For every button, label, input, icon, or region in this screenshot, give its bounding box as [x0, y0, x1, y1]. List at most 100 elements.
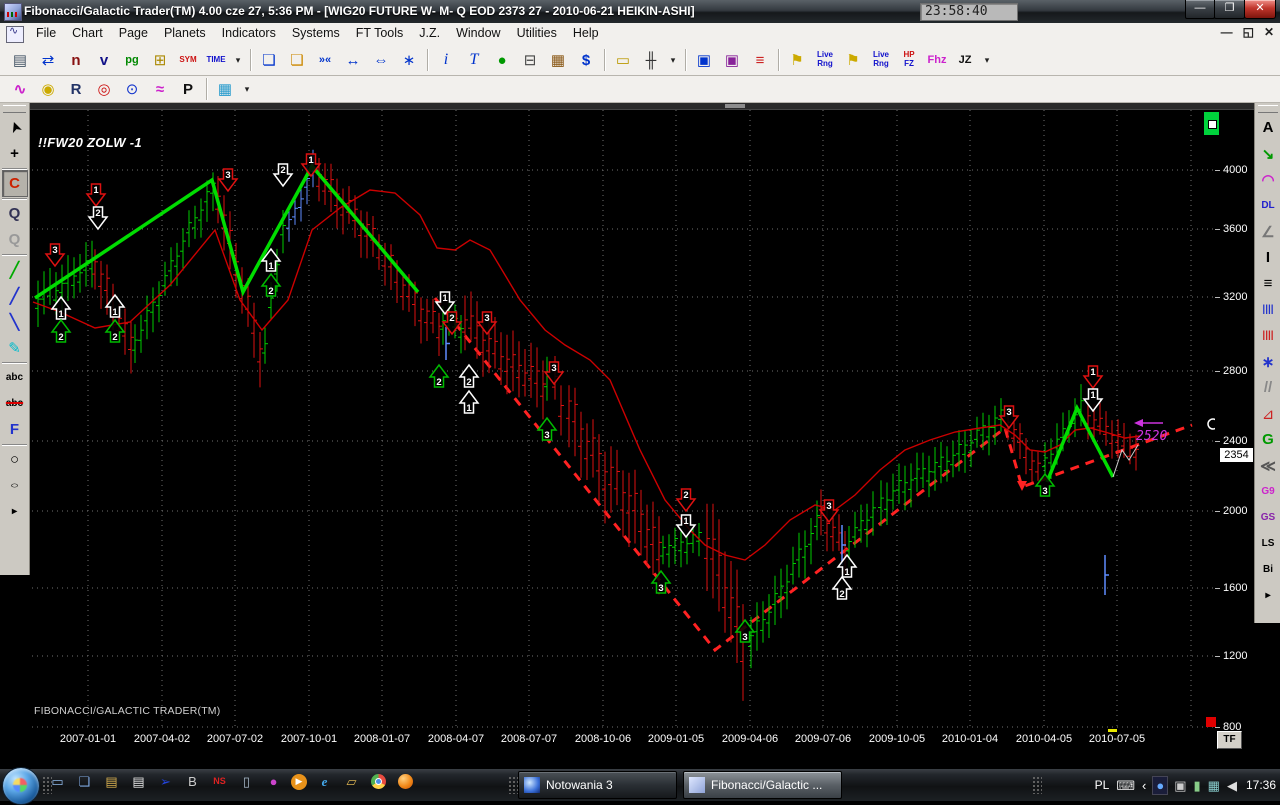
- bars-n-button[interactable]: n: [63, 48, 89, 73]
- hlines-tool[interactable]: ≡: [1256, 271, 1280, 296]
- chart-area[interactable]: 31212123211212232133213331233112520 !!FW…: [30, 103, 1254, 768]
- pan-button[interactable]: ⇔: [368, 48, 394, 73]
- recycle-bin-icon[interactable]: ▯: [237, 772, 256, 791]
- arrow-signals-tool[interactable]: ↘: [1256, 141, 1280, 166]
- menu-chart[interactable]: Chart: [64, 23, 111, 45]
- vlines-blue-tool[interactable]: ||||: [1256, 297, 1280, 322]
- center-button[interactable]: ∗: [396, 48, 422, 73]
- jz-button[interactable]: JZ: [952, 48, 978, 73]
- window-grid-button[interactable]: ⊞: [147, 48, 173, 73]
- dollar-button[interactable]: $: [573, 48, 599, 73]
- grid-dropdown[interactable]: ▾: [240, 77, 254, 102]
- color-grid-button[interactable]: ≡: [747, 48, 773, 73]
- arcs-tool[interactable]: ◠: [1256, 167, 1280, 192]
- gann-g-tool[interactable]: G: [1256, 427, 1280, 452]
- menu-file[interactable]: File: [28, 23, 64, 45]
- switch-windows-icon[interactable]: ❏: [75, 772, 94, 791]
- mdi-restore-button[interactable]: ◱: [1243, 25, 1254, 39]
- chevron-icon[interactable]: ‹: [1142, 779, 1146, 792]
- ns-app-icon[interactable]: NS: [210, 772, 229, 791]
- bi-tool[interactable]: Bi: [1256, 557, 1280, 582]
- ellipse-tool[interactable]: ○: [3, 479, 27, 493]
- symbol-button[interactable]: SYM: [175, 48, 201, 73]
- window-compare-blue-button[interactable]: ▣: [691, 48, 717, 73]
- pointer-info-button[interactable]: i: [433, 48, 459, 73]
- notepad-icon[interactable]: ▤: [129, 772, 148, 791]
- cascade-windows-button[interactable]: ❏: [256, 48, 282, 73]
- target-button[interactable]: ◎: [91, 77, 117, 102]
- p-wave-button[interactable]: P: [175, 77, 201, 102]
- display-icon[interactable]: ▣: [1174, 779, 1186, 792]
- new-chart-button[interactable]: ▤: [7, 48, 33, 73]
- zoom-out-tool[interactable]: Q: [3, 227, 27, 252]
- menu-systems[interactable]: Systems: [284, 23, 348, 45]
- taskbar-clock[interactable]: 17:36: [1246, 778, 1276, 792]
- vlines-red-tool[interactable]: ||||: [1256, 323, 1280, 348]
- fhz-button[interactable]: Fhz: [924, 48, 950, 73]
- marker-pen-tool[interactable]: ✎: [3, 335, 27, 360]
- chart-status-marker[interactable]: [1204, 112, 1219, 135]
- palette-handle[interactable]: [1258, 105, 1278, 113]
- restore-button[interactable]: ❐: [1214, 0, 1245, 19]
- chrome-icon[interactable]: [369, 772, 388, 791]
- trend-line-blue-tool[interactable]: ╱: [3, 283, 27, 308]
- media-player-icon[interactable]: ▶: [291, 774, 307, 790]
- minimize-button[interactable]: —: [1185, 0, 1215, 19]
- network-icon[interactable]: ▦: [1208, 779, 1220, 792]
- biorhythm-button[interactable]: ∿: [7, 77, 33, 102]
- zoom-in-tool[interactable]: Q: [3, 201, 27, 226]
- menu-indicators[interactable]: Indicators: [214, 23, 284, 45]
- compress-scale-button[interactable]: »«: [312, 48, 338, 73]
- time-button[interactable]: TIME: [203, 48, 229, 73]
- circle-tool[interactable]: ○: [3, 447, 27, 472]
- mdi-minimize-button[interactable]: —: [1221, 25, 1233, 39]
- candle-dropdown[interactable]: ▾: [666, 48, 680, 73]
- internet-explorer-icon[interactable]: e: [315, 772, 334, 791]
- planet-button[interactable]: ⊙: [119, 77, 145, 102]
- live-range-blue-button[interactable]: LiveRng: [812, 48, 838, 73]
- g9-tool[interactable]: G9: [1256, 479, 1280, 504]
- firefox-icon[interactable]: [396, 772, 415, 791]
- add-window-button[interactable]: ❏: [284, 48, 310, 73]
- trend-line-green-tool[interactable]: ╱: [3, 257, 27, 282]
- mdi-close-button[interactable]: ✕: [1264, 25, 1274, 39]
- traffic-light-button[interactable]: ●: [489, 48, 515, 73]
- window-compare-purple-button[interactable]: ▣: [719, 48, 745, 73]
- pointer-tool[interactable]: ➤: [0, 112, 30, 143]
- bars-v-button[interactable]: v: [91, 48, 117, 73]
- gs-tool[interactable]: GS: [1256, 505, 1280, 530]
- calendar-button[interactable]: ▦: [545, 48, 571, 73]
- expand-scale-button[interactable]: ↔: [340, 48, 366, 73]
- menu-utilities[interactable]: Utilities: [509, 23, 565, 45]
- dl-tool[interactable]: DL: [1256, 193, 1280, 218]
- angle-tool[interactable]: ∠: [1256, 219, 1280, 244]
- menu-j-z-[interactable]: J.Z.: [411, 23, 448, 45]
- power-icon[interactable]: ▮: [1194, 779, 1201, 792]
- more-tools-arrow[interactable]: ▸: [3, 499, 27, 524]
- text-abc-tool[interactable]: abc: [3, 365, 27, 390]
- timeframe-button[interactable]: TF: [1217, 731, 1242, 749]
- language-indicator[interactable]: PL: [1095, 778, 1110, 792]
- flag-range-button[interactable]: ⚑: [784, 48, 810, 73]
- fan-lines-tool[interactable]: ≪: [1256, 453, 1280, 478]
- folder-icon[interactable]: ▱: [342, 772, 361, 791]
- i-channel-tool[interactable]: I: [1256, 245, 1280, 270]
- print-button[interactable]: ⊟: [517, 48, 543, 73]
- task-fibonacci[interactable]: Fibonacci/Galactic ...: [683, 771, 842, 799]
- parallel-lines-tool[interactable]: //: [1256, 375, 1280, 400]
- chart-scrollbar[interactable]: [30, 103, 1254, 110]
- text-tool-button[interactable]: T: [461, 48, 487, 73]
- chart-window-icon[interactable]: [6, 26, 24, 43]
- reload-chart-button[interactable]: ⇄: [35, 48, 61, 73]
- sun-spots-button[interactable]: ◉: [35, 77, 61, 102]
- page-button[interactable]: pg: [119, 48, 145, 73]
- show-desktop-icon[interactable]: ▭: [48, 772, 67, 791]
- text-delete-tool[interactable]: abc: [3, 391, 27, 416]
- sun-r-button[interactable]: R: [63, 77, 89, 102]
- menu-page[interactable]: Page: [111, 23, 156, 45]
- more-tools-arrow[interactable]: ▸: [1256, 583, 1280, 608]
- menu-planets[interactable]: Planets: [156, 23, 214, 45]
- bird-app-icon[interactable]: ➢: [156, 772, 175, 791]
- candle-style-button[interactable]: ╫: [638, 48, 664, 73]
- menu-ft-tools[interactable]: FT Tools: [348, 23, 411, 45]
